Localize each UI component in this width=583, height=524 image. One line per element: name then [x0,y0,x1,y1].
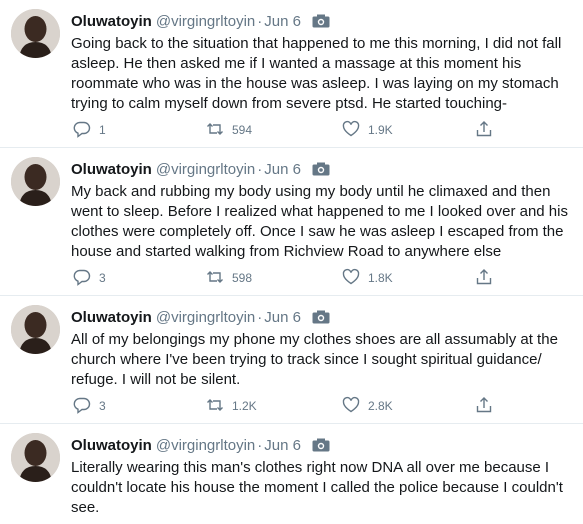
tweet-date[interactable]: Jun 6 [264,309,301,326]
author-name[interactable]: Oluwatoyin [71,13,152,30]
share-button[interactable] [475,120,493,140]
reply-count: 3 [99,399,106,413]
tweet-actions: 3 1.2K 2.8K [71,396,576,416]
avatar[interactable] [11,433,60,482]
author-name[interactable]: Oluwatoyin [71,309,152,326]
tweet-header: Oluwatoyin @virgingrltoyin · Jun 6 [71,436,330,456]
heart-icon [342,268,360,285]
retweet-button[interactable]: 594 [206,120,252,140]
reply-count: 1 [99,123,106,137]
tweet-actions: 1 594 1.9K [71,120,576,140]
share-button[interactable] [475,268,493,288]
camera-icon [312,162,330,176]
share-icon [476,397,492,413]
separator-dot: · [257,161,263,178]
tweet-header: Oluwatoyin @virgingrltoyin · Jun 6 [71,308,330,328]
tweet-date[interactable]: Jun 6 [264,161,301,178]
like-button[interactable]: 1.9K [342,120,393,140]
tweet-date[interactable]: Jun 6 [264,437,301,454]
author-handle[interactable]: @virgingrltoyin [156,437,255,454]
reply-button[interactable]: 1 [73,120,106,140]
tweet-text: Going back to the situation that happene… [71,35,562,112]
camera-icon [312,310,330,324]
like-button[interactable]: 1.8K [342,268,393,288]
retweet-icon [207,399,223,411]
author-handle[interactable]: @virgingrltoyin [156,161,255,178]
tweet-header: Oluwatoyin @virgingrltoyin · Jun 6 [71,160,330,180]
retweet-button[interactable]: 1.2K [206,396,257,416]
reply-icon [73,269,91,286]
camera-icon [312,14,330,28]
reply-icon [73,397,91,414]
tweet-text: My back and rubbing my body using my bod… [71,183,568,260]
avatar[interactable] [11,9,60,58]
author-handle[interactable]: @virgingrltoyin [156,13,255,30]
tweet-date[interactable]: Jun 6 [264,13,301,30]
retweet-button[interactable]: 598 [206,268,252,288]
author-name[interactable]: Oluwatoyin [71,437,152,454]
tweet[interactable]: Oluwatoyin @virgingrltoyin · Jun 6 All of m… [0,296,583,424]
avatar[interactable] [11,305,60,354]
retweet-icon [207,123,223,135]
tweet-actions: 3 598 1.8K [71,268,576,288]
reply-button[interactable]: 3 [73,396,106,416]
reply-count: 3 [99,271,106,285]
camera-icon [312,438,330,452]
author-handle[interactable]: @virgingrltoyin [156,309,255,326]
avatar[interactable] [11,157,60,206]
retweet-icon [207,271,223,283]
separator-dot: · [257,13,263,30]
retweet-count: 1.2K [232,399,257,413]
separator-dot: · [257,437,263,454]
author-name[interactable]: Oluwatoyin [71,161,152,178]
reply-icon [73,121,91,138]
retweet-count: 594 [232,123,253,137]
like-count: 1.9K [368,123,393,137]
like-button[interactable]: 2.8K [342,396,393,416]
tweet[interactable]: Oluwatoyin @virgingrltoyin · Jun 6 Going ba… [0,0,583,148]
tweet[interactable]: Oluwatoyin @virgingrltoyin · Jun 6 Literall… [0,424,583,524]
like-count: 2.8K [368,399,393,413]
tweet[interactable]: Oluwatoyin @virgingrltoyin · Jun 6 My back … [0,148,583,296]
heart-icon [342,396,360,413]
tweet-text: All of my belongings my phone my clothes… [71,331,558,388]
heart-icon [342,120,360,137]
retweet-count: 598 [232,271,253,285]
share-icon [476,269,492,285]
tweet-text: Literally wearing this man's clothes rig… [71,459,563,516]
separator-dot: · [257,309,263,326]
like-count: 1.8K [368,271,393,285]
tweet-header: Oluwatoyin @virgingrltoyin · Jun 6 [71,12,330,32]
reply-button[interactable]: 3 [73,268,106,288]
share-button[interactable] [475,396,493,416]
share-icon [476,121,492,137]
